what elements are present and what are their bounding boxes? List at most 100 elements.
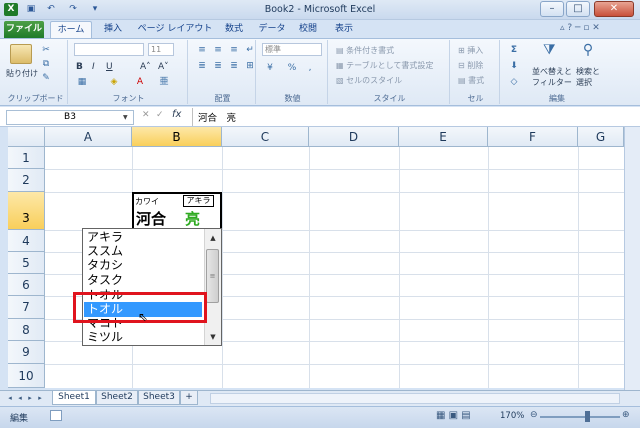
font-name-select[interactable] [74, 43, 144, 56]
sheet-tab-2[interactable]: Sheet2 [96, 391, 138, 405]
delete-cells-button[interactable]: ⊟ 削除 [458, 60, 483, 71]
zoom-level[interactable]: 170% [500, 411, 524, 421]
wrap-text-icon[interactable]: ↵ [244, 44, 256, 56]
find-select-label2[interactable]: 選択 [576, 77, 592, 88]
prev-sheet-icon[interactable]: ◂ [16, 392, 24, 404]
number-format-select[interactable]: 標準 [262, 43, 322, 56]
column-header-c[interactable]: C [222, 127, 309, 147]
font-size-select[interactable]: 11 [148, 43, 174, 56]
phonetic-icon[interactable]: 亜 [158, 76, 170, 88]
scrollbar-thumb[interactable]: ≡ [206, 249, 219, 303]
list-item[interactable]: アキラ [84, 230, 202, 245]
copy-icon[interactable]: ⧉ [40, 58, 52, 70]
scroll-down-icon[interactable]: ▼ [205, 330, 221, 344]
tab-data[interactable]: データ [254, 21, 290, 38]
row-header-10[interactable]: 10 [8, 364, 45, 388]
italic-button[interactable]: I [92, 62, 95, 72]
last-sheet-icon[interactable]: ▸ [36, 392, 44, 404]
new-sheet-icon[interactable]: + [180, 391, 198, 405]
formula-input[interactable]: 河合 亮 [198, 110, 236, 124]
clear-icon[interactable]: ◇ [508, 76, 520, 88]
find-select-label1[interactable]: 検索と [576, 66, 600, 77]
autosum-icon[interactable]: Σ [508, 44, 520, 56]
conditional-format-button[interactable]: ▤ 条件付き書式 [336, 45, 394, 56]
format-as-table-button[interactable]: ▦ テーブルとして書式設定 [336, 60, 433, 71]
zoom-in-icon[interactable]: ⊕ [622, 410, 630, 420]
next-sheet-icon[interactable]: ▸ [26, 392, 34, 404]
bold-button[interactable]: B [76, 62, 83, 72]
column-header-a[interactable]: A [45, 127, 132, 147]
comma-icon[interactable]: , [304, 62, 316, 74]
grow-font-button[interactable]: A˄ [140, 62, 151, 72]
align-bottom-icon[interactable]: ≡ [228, 44, 240, 56]
tab-formulas[interactable]: 数式 [218, 21, 250, 38]
percent-icon[interactable]: % [286, 62, 298, 74]
help-icons[interactable]: ▵ ? ─ ▫ ✕ [560, 23, 630, 33]
list-item[interactable]: ミツル [84, 330, 202, 345]
format-painter-icon[interactable]: ✎ [40, 72, 52, 84]
tab-view[interactable]: 表示 [328, 21, 360, 38]
first-sheet-icon[interactable]: ◂ [6, 392, 14, 404]
align-top-icon[interactable]: ≡ [196, 44, 208, 56]
sort-filter-icon[interactable]: ⧩ [543, 43, 556, 57]
select-all-corner[interactable] [8, 127, 45, 147]
tab-review[interactable]: 校閲 [292, 21, 324, 38]
row-header-9[interactable]: 9 [8, 341, 45, 364]
sort-filter-label2[interactable]: フィルター [532, 77, 572, 88]
list-item[interactable]: タカシ [84, 258, 202, 273]
zoom-slider-thumb[interactable] [585, 411, 590, 422]
insert-function-icon[interactable]: fx [172, 109, 181, 120]
fill-color-icon[interactable]: ◈ [108, 76, 120, 88]
row-header-3[interactable]: 3 [8, 192, 45, 230]
name-box[interactable]: B3 [6, 110, 134, 125]
tab-home[interactable]: ホーム [50, 21, 92, 38]
find-select-icon[interactable]: ⚲ [582, 43, 594, 57]
sort-filter-label1[interactable]: 並べ替えと [532, 66, 572, 77]
column-header-f[interactable]: F [488, 127, 578, 147]
scroll-up-icon[interactable]: ▲ [205, 231, 221, 245]
minimize-button[interactable]: – [540, 1, 564, 17]
list-item[interactable]: ススム [84, 244, 202, 259]
view-buttons[interactable]: ▦ ▣ ▤ [436, 410, 471, 421]
column-header-d[interactable]: D [309, 127, 399, 147]
tab-insert[interactable]: 挿入 [96, 21, 130, 38]
paste-label[interactable]: 貼り付け [6, 68, 38, 79]
border-icon[interactable]: ▦ [76, 76, 88, 88]
list-item[interactable]: タスク [84, 273, 202, 288]
furigana-first-name-edit[interactable]: アキラ [183, 195, 214, 207]
column-header-e[interactable]: E [399, 127, 488, 147]
underline-button[interactable]: U [106, 62, 113, 72]
font-color-icon[interactable]: A [134, 76, 146, 88]
vertical-scrollbar[interactable] [624, 127, 640, 390]
paste-icon[interactable] [10, 44, 32, 64]
row-header-4[interactable]: 4 [8, 230, 45, 252]
align-middle-icon[interactable]: ≡ [212, 44, 224, 56]
sheet-tab-3[interactable]: Sheet3 [138, 391, 180, 405]
row-header-6[interactable]: 6 [8, 274, 45, 296]
cancel-formula-icon[interactable]: ✕ [142, 110, 150, 120]
name-box-dropdown-icon[interactable]: ▼ [123, 110, 133, 125]
row-header-5[interactable]: 5 [8, 252, 45, 274]
cut-icon[interactable]: ✂ [40, 44, 52, 56]
insert-cells-button[interactable]: ⊞ 挿入 [458, 45, 483, 56]
row-header-2[interactable]: 2 [8, 169, 45, 192]
tab-file[interactable]: ファイル [4, 21, 44, 38]
tab-page-layout[interactable]: ページ レイアウト [134, 21, 216, 38]
fill-icon[interactable]: ⬇ [508, 60, 520, 72]
enter-formula-icon[interactable]: ✓ [156, 110, 164, 120]
currency-icon[interactable]: ¥ [264, 62, 276, 74]
format-cells-button[interactable]: ▤ 書式 [458, 75, 484, 86]
column-header-b[interactable]: B [132, 127, 222, 147]
column-header-g[interactable]: G [578, 127, 624, 147]
align-left-icon[interactable]: ≣ [196, 60, 208, 72]
align-center-icon[interactable]: ≣ [212, 60, 224, 72]
zoom-slider[interactable] [540, 416, 620, 418]
maximize-button[interactable]: □ [566, 1, 590, 17]
sheet-tab-1[interactable]: Sheet1 [52, 391, 96, 405]
zoom-out-icon[interactable]: ⊖ [530, 410, 538, 420]
row-header-7[interactable]: 7 [8, 296, 45, 319]
shrink-font-button[interactable]: A˅ [158, 62, 169, 72]
macro-record-icon[interactable] [50, 410, 62, 421]
cell-style-button[interactable]: ▧ セルのスタイル [336, 75, 402, 86]
merge-icon[interactable]: ⊞ [244, 60, 256, 72]
